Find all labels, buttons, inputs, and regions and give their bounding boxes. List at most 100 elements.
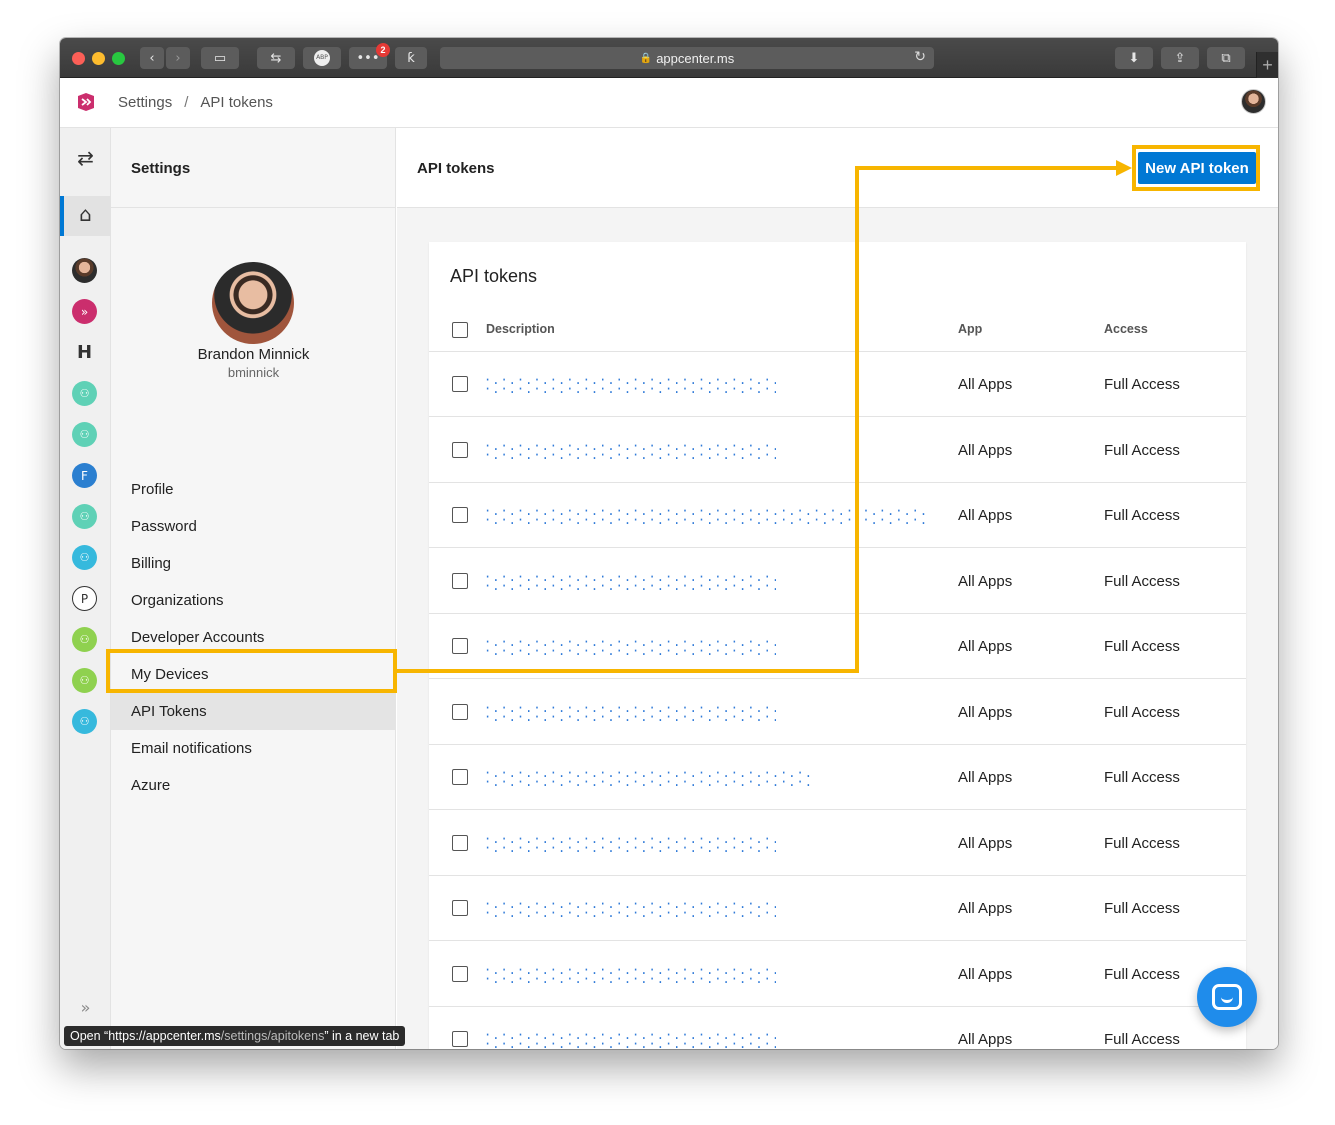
row-checkbox[interactable] (452, 1031, 468, 1047)
rail-team-app-icon[interactable]: ⚇ (72, 545, 97, 570)
close-window-button[interactable] (72, 52, 85, 65)
settings-nav-api-tokens[interactable]: API Tokens (111, 693, 396, 730)
settings-nav-password[interactable]: Password (111, 508, 396, 545)
lock-icon: 🔒 (639, 52, 653, 64)
row-checkbox[interactable] (452, 900, 468, 916)
status-tip-prefix: Open “ (70, 1029, 109, 1043)
column-description[interactable]: Description (486, 322, 555, 336)
minimize-window-button[interactable] (92, 52, 105, 65)
row-checkbox[interactable] (452, 507, 468, 523)
column-app[interactable]: App (958, 322, 982, 336)
highlight-new-token-button (1132, 145, 1260, 191)
table-row[interactable]: ·.·.·.·.·.·.·.·.·.·.·.·.·.·.·.·.·.·.·.·.… (429, 418, 1246, 483)
row-app: All Apps (958, 376, 1013, 393)
column-access[interactable]: Access (1104, 322, 1148, 336)
row-checkbox[interactable] (452, 638, 468, 654)
share-sync-icon[interactable]: ⇆ (257, 47, 295, 69)
settings-nav-label: Azure (131, 777, 171, 794)
settings-nav-organizations[interactable]: Organizations (111, 582, 396, 619)
redacted-description: ·.·.·.·.·.·.·.·.·.·.·.·.·.·.·.·.·.·.·.·.… (484, 703, 776, 722)
link-status-tooltip: Open “https://appcenter.ms/settings/apit… (64, 1026, 406, 1046)
downloads-icon[interactable]: ⬇ (1115, 47, 1153, 69)
status-tip-suffix: ” in a new tab (324, 1029, 400, 1043)
table-row[interactable]: ·.·.·.·.·.·.·.·.·.·.·.·.·.·.·.·.·.·.·.·.… (429, 352, 1246, 417)
rail-team-app-icon[interactable]: ⚇ (72, 504, 97, 529)
redacted-description: ·.·.·.·.·.·.·.·.·.·.·.·.·.·.·.·.·.·.·.·.… (484, 441, 776, 460)
tabs-overview-icon[interactable]: ⧉ (1207, 47, 1245, 69)
row-app: All Apps (958, 507, 1013, 524)
browser-titlebar: ‹ › ▭ ⇆ ABP ••• 2 ƙ 🔒 appcenter.ms ↻ ⬇ ⇪… (60, 38, 1278, 78)
settings-nav-label: Developer Accounts (131, 629, 265, 646)
row-checkbox[interactable] (452, 834, 468, 851)
rail-hacker-news-app-icon[interactable]: H (72, 340, 97, 365)
rail-f-app-icon[interactable]: F (72, 463, 97, 488)
rail-team-app-icon[interactable]: ⚇ (72, 709, 97, 734)
new-tab-button[interactable]: + (1256, 52, 1278, 78)
app-center-logo-icon[interactable] (74, 90, 98, 114)
redacted-description: ·.·.·.·.·.·.·.·.·.·.·.·.·.·.·.·.·.·.·.·.… (484, 572, 776, 591)
select-all-checkbox[interactable] (452, 322, 468, 338)
row-access: Full Access (1104, 507, 1180, 524)
table-row[interactable]: ·.·.·.·.·.·.·.·.·.·.·.·.·.·.·.·.·.·.·.·.… (429, 680, 1246, 745)
rail-home[interactable]: ⌂ (60, 196, 111, 236)
forward-button[interactable]: › (166, 47, 190, 69)
row-access: Full Access (1104, 638, 1180, 655)
chat-support-button[interactable] (1197, 967, 1257, 1027)
rail-team-app-icon[interactable]: ⚇ (72, 668, 97, 693)
main-content: API tokens New API token API tokens Desc… (397, 128, 1278, 1049)
settings-nav-label: Email notifications (131, 740, 252, 757)
collapse-rail-icon[interactable]: » (60, 998, 111, 1017)
row-app: All Apps (958, 769, 1013, 786)
rail-team-app-icon[interactable]: ⚇ (72, 381, 97, 406)
rail-app-center-app-icon[interactable]: » (72, 299, 97, 324)
row-app: All Apps (958, 441, 1013, 459)
annotation-line-vertical (855, 166, 859, 673)
settings-nav-azure[interactable]: Azure (111, 767, 396, 804)
table-row[interactable]: ·.·.·.·.·.·.·.·.·.·.·.·.·.·.·.·.·.·.·.·.… (429, 811, 1246, 876)
settings-nav-profile[interactable]: Profile (111, 471, 396, 508)
home-icon: ⌂ (79, 202, 92, 226)
row-checkbox[interactable] (452, 769, 468, 785)
table-row[interactable]: ·.·.·.·.·.·.·.·.·.·.·.·.·.·.·.·.·.·.·.·.… (429, 942, 1246, 1007)
row-app: All Apps (958, 900, 1013, 917)
settings-panel: Settings Brandon Minnick bminnick Profil… (111, 128, 396, 1049)
adblock-icon[interactable]: ABP (303, 47, 341, 69)
breadcrumb-separator: / (184, 94, 189, 111)
redacted-description: ·.·.·.·.·.·.·.·.·.·.·.·.·.·.·.·.·.·.·.·.… (484, 965, 776, 984)
redacted-description: ·.·.·.·.·.·.·.·.·.·.·.·.·.·.·.·.·.·.·.·.… (484, 507, 929, 525)
extension-person-icon[interactable]: ƙ (395, 47, 427, 69)
rail-team-app-icon[interactable]: ⚇ (72, 422, 97, 447)
share-icon[interactable]: ⇪ (1161, 47, 1199, 69)
row-checkbox[interactable] (452, 376, 468, 392)
reload-icon[interactable]: ↻ (914, 49, 926, 65)
settings-nav-billing[interactable]: Billing (111, 545, 396, 582)
settings-nav-email-notifications[interactable]: Email notifications (111, 730, 396, 767)
table-row[interactable]: ·.·.·.·.·.·.·.·.·.·.·.·.·.·.·.·.·.·.·.·.… (429, 483, 1246, 548)
rail-team-app-icon[interactable]: ⚇ (72, 627, 97, 652)
row-access: Full Access (1104, 965, 1180, 983)
api-tokens-card: API tokens Description App Access ·.·.·.… (429, 242, 1246, 1049)
table-row[interactable]: ·.·.·.·.·.·.·.·.·.·.·.·.·.·.·.·.·.·.·.·.… (429, 876, 1246, 941)
row-checkbox[interactable] (452, 965, 468, 982)
row-checkbox[interactable] (452, 703, 468, 720)
profile-username: bminnick (227, 365, 280, 380)
breadcrumb-settings[interactable]: Settings (118, 94, 172, 111)
settings-nav-label: API Tokens (131, 703, 207, 720)
annotation-arrow-icon (1116, 160, 1132, 176)
row-checkbox[interactable] (452, 441, 468, 458)
sidebar-toggle-icon[interactable]: ▭ (201, 47, 239, 69)
rail-user-avatar-icon[interactable] (72, 258, 97, 283)
table-row[interactable]: ·.·.·.·.·.·.·.·.·.·.·.·.·.·.·.·.·.·.·.·.… (429, 1007, 1246, 1049)
user-avatar[interactable] (1241, 89, 1266, 114)
row-access: Full Access (1104, 572, 1180, 590)
switch-org-icon[interactable]: ⇄ (60, 146, 111, 170)
redacted-description: ·.·.·.·.·.·.·.·.·.·.·.·.·.·.·.·.·.·.·.·.… (484, 834, 776, 853)
row-checkbox[interactable] (452, 572, 468, 589)
row-access: Full Access (1104, 769, 1180, 786)
table-row[interactable]: ·.·.·.·.·.·.·.·.·.·.·.·.·.·.·.·.·.·.·.·.… (429, 745, 1246, 810)
table-row[interactable]: ·.·.·.·.·.·.·.·.·.·.·.·.·.·.·.·.·.·.·.·.… (429, 549, 1246, 614)
address-bar[interactable]: 🔒 appcenter.ms ↻ (440, 47, 934, 69)
back-button[interactable]: ‹ (140, 47, 164, 69)
rail-p-app-icon[interactable]: P (72, 586, 97, 611)
zoom-window-button[interactable] (112, 52, 125, 65)
